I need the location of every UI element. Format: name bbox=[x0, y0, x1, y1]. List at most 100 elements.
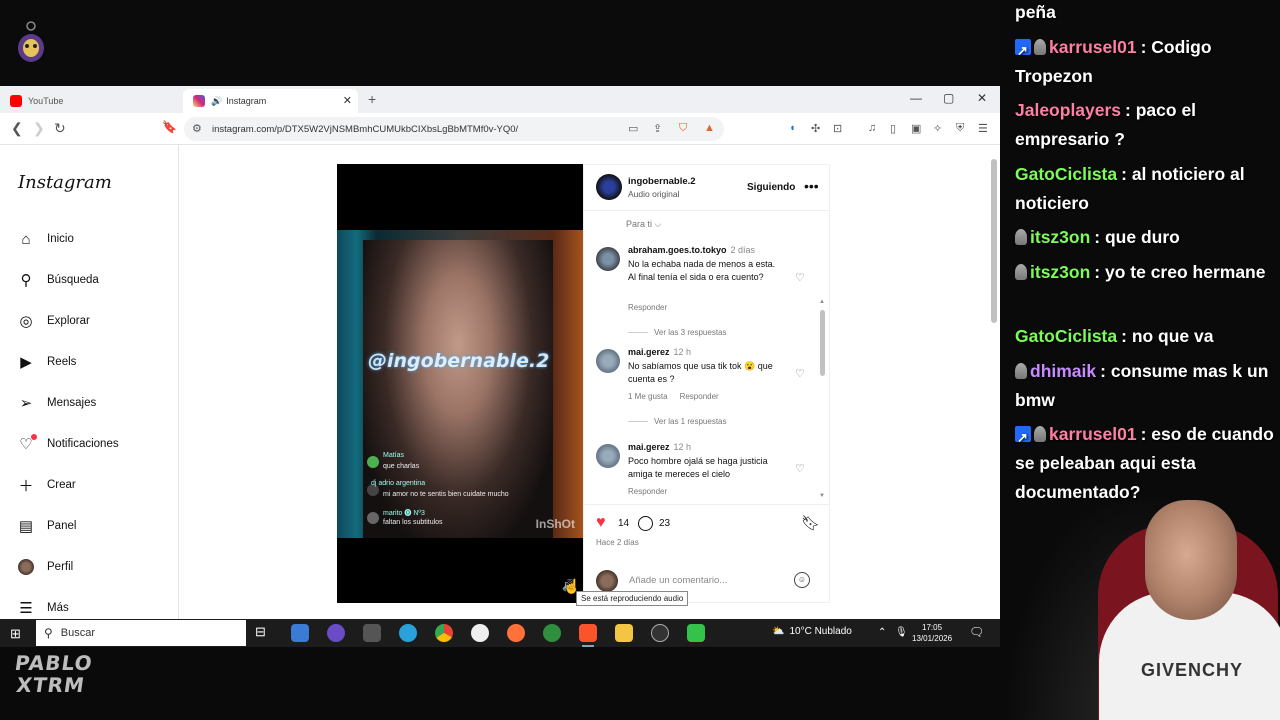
brave-icon[interactable] bbox=[579, 624, 597, 647]
nav-item-notificaciones[interactable]: ♡ Notificaciones bbox=[17, 433, 119, 455]
tab-youtube[interactable]: YouTube bbox=[0, 89, 180, 113]
firefox-icon[interactable] bbox=[507, 624, 525, 642]
extensions-icon[interactable]: ✣ bbox=[811, 122, 820, 135]
leo-ai-icon[interactable]: ✧ bbox=[933, 122, 942, 135]
instagram-logo[interactable]: Instagram bbox=[18, 172, 112, 193]
post-video[interactable]: @ingobernable.2 Matías que charlas dj ad… bbox=[337, 164, 583, 603]
sidebar-toggle-icon[interactable]: ▯ bbox=[890, 122, 896, 135]
audio-link[interactable]: Audio original bbox=[628, 189, 680, 199]
reply-button[interactable]: Responder bbox=[628, 487, 667, 496]
xbox-icon[interactable] bbox=[543, 624, 561, 642]
nav-item-explorar[interactable]: ◎ Explorar bbox=[17, 310, 89, 332]
scroll-up-arrow[interactable]: ▲ bbox=[819, 299, 825, 305]
speaker-icon[interactable]: 🔊 bbox=[211, 96, 222, 107]
reload-icon[interactable]: ↻ bbox=[54, 120, 66, 137]
comment-icon[interactable] bbox=[638, 516, 653, 531]
chat-username[interactable]: dhimaik bbox=[1030, 361, 1096, 381]
bookmark-icon[interactable]: 🔖 bbox=[162, 120, 177, 134]
vpn-icon[interactable]: ⛨ bbox=[956, 122, 964, 135]
screenshot-icon[interactable]: ⊡ bbox=[833, 122, 842, 135]
share-icon[interactable]: ⇪ bbox=[653, 122, 662, 135]
microsoft-store-icon[interactable] bbox=[291, 624, 309, 642]
chrome-icon[interactable] bbox=[435, 624, 453, 642]
like-comment-icon[interactable]: ♡ bbox=[795, 462, 805, 475]
chat-username[interactable]: GatoCiclista bbox=[1015, 164, 1117, 184]
chat-username[interactable]: Jaleoplayers bbox=[1015, 100, 1121, 120]
commenter-avatar[interactable] bbox=[596, 349, 620, 373]
comment-likes[interactable]: 1 Me gusta bbox=[628, 392, 668, 401]
author-avatar[interactable] bbox=[596, 174, 622, 200]
notifications-icon[interactable]: 🗨︎ bbox=[969, 625, 984, 639]
view-replies-button[interactable]: Ver las 1 respuestas bbox=[628, 417, 726, 426]
emoji-icon[interactable]: ☺ bbox=[794, 572, 810, 588]
weather-widget[interactable]: ⛅ 10°C Nublado bbox=[772, 626, 852, 637]
comment-username[interactable]: abraham.goes.to.tokyo 2 días bbox=[628, 245, 755, 255]
new-tab-button[interactable]: + bbox=[368, 91, 376, 107]
comment-username[interactable]: mai.gerez 12 h bbox=[628, 442, 691, 452]
like-comment-icon[interactable]: ♡ bbox=[795, 271, 805, 284]
chat-username[interactable]: karrusel01 bbox=[1049, 37, 1137, 57]
nav-item-crear[interactable]: ＋ Crear bbox=[17, 474, 75, 496]
nav-item-mas[interactable]: ☰ Más bbox=[17, 597, 68, 619]
back-icon[interactable]: ❮ bbox=[11, 120, 23, 137]
nav-item-mensajes[interactable]: ➢ Mensajes bbox=[17, 392, 97, 414]
cast-icon[interactable]: ▭ bbox=[628, 122, 638, 135]
like-count[interactable]: 14 bbox=[618, 518, 629, 529]
chat-username[interactable]: itsz3on bbox=[1030, 262, 1090, 282]
close-tab-icon[interactable]: ✕ bbox=[343, 94, 352, 107]
commenter-avatar[interactable] bbox=[596, 444, 620, 468]
dashboard-icon: ▤ bbox=[18, 518, 34, 535]
windows-start-icon[interactable]: ⊞ bbox=[10, 626, 21, 642]
maximize-button[interactable]: ▢ bbox=[943, 91, 954, 105]
commenter-avatar[interactable] bbox=[596, 247, 620, 271]
address-bar[interactable]: instagram.com/p/DTX5W2VjNSMBmhCUMUkbCIXb… bbox=[184, 117, 724, 141]
nav-item-busqueda[interactable]: ⚲ Búsqueda bbox=[17, 269, 99, 291]
app-icon[interactable] bbox=[687, 624, 705, 642]
microphone-icon[interactable]: 🎙︎ bbox=[895, 627, 908, 638]
clock-app-icon[interactable] bbox=[651, 624, 669, 642]
browser-toolbar: ❮ ❯ ↻ 🔖 instagram.com/p/DTX5W2VjNSMBmhCU… bbox=[0, 113, 1000, 145]
page-scrollbar-thumb[interactable] bbox=[991, 159, 997, 323]
comment-sort-dropdown[interactable]: Para ti ⌵ bbox=[626, 219, 661, 230]
file-explorer-icon[interactable] bbox=[615, 624, 633, 642]
following-button[interactable]: Siguiendo bbox=[747, 182, 795, 193]
like-comment-icon[interactable]: ♡ bbox=[795, 367, 805, 380]
chat-username[interactable]: karrusel01 bbox=[1049, 424, 1137, 444]
chat-username[interactable]: itsz3on bbox=[1030, 227, 1090, 247]
menu-icon[interactable]: ☰ bbox=[978, 122, 988, 135]
reply-button[interactable]: Responder bbox=[628, 303, 667, 312]
like-icon[interactable]: ♥ bbox=[596, 514, 606, 532]
media-player-icon[interactable] bbox=[471, 624, 489, 642]
taskbar-search[interactable]: ⚲ Buscar bbox=[36, 620, 246, 646]
reply-button[interactable]: Responder bbox=[680, 392, 719, 401]
task-view-icon[interactable]: ⊟ bbox=[255, 624, 273, 642]
comments-scrollbar-thumb[interactable] bbox=[820, 310, 825, 376]
brave-rewards-icon[interactable]: ▲ bbox=[704, 122, 715, 134]
minimize-button[interactable]: — bbox=[910, 91, 922, 105]
nav-item-inicio[interactable]: ⌂ Inicio bbox=[17, 228, 73, 250]
telegram-icon[interactable] bbox=[399, 624, 417, 642]
brave-shield-icon[interactable]: ⛉ bbox=[679, 122, 687, 135]
forward-icon[interactable]: ❯ bbox=[33, 120, 45, 137]
add-comment-input[interactable]: Añade un comentario... bbox=[629, 575, 727, 586]
chevron-up-icon[interactable]: ⌃ bbox=[878, 627, 886, 638]
wallet-icon[interactable]: ▣ bbox=[911, 122, 921, 135]
scroll-down-arrow[interactable]: ▼ bbox=[819, 493, 825, 499]
tab-instagram[interactable]: 🔊 Instagram ✕ bbox=[183, 89, 358, 113]
clock[interactable]: 17:05 13/01/2026 bbox=[912, 622, 952, 644]
bookmark-icon[interactable]: 🔖︎ bbox=[801, 514, 820, 532]
media-icon[interactable]: ♫ bbox=[868, 122, 876, 134]
more-options-icon[interactable]: ••• bbox=[804, 178, 819, 194]
nav-item-perfil[interactable]: Perfil bbox=[17, 556, 73, 578]
close-window-button[interactable]: ✕ bbox=[977, 91, 987, 105]
view-replies-button[interactable]: Ver las 3 respuestas bbox=[628, 328, 726, 337]
nav-item-panel[interactable]: ▤ Panel bbox=[17, 515, 77, 537]
app-icon[interactable] bbox=[363, 624, 381, 642]
nav-item-reels[interactable]: ▶ Reels bbox=[17, 351, 76, 373]
chat-username[interactable]: GatoCiclista bbox=[1015, 326, 1117, 346]
audio-playing-icon[interactable]: ◖ bbox=[789, 122, 796, 134]
site-settings-icon[interactable]: ⚙ bbox=[192, 122, 202, 135]
author-username[interactable]: ingobernable.2 bbox=[628, 176, 696, 187]
comment-username[interactable]: mai.gerez 12 h bbox=[628, 347, 691, 357]
obs-icon[interactable] bbox=[327, 624, 345, 642]
